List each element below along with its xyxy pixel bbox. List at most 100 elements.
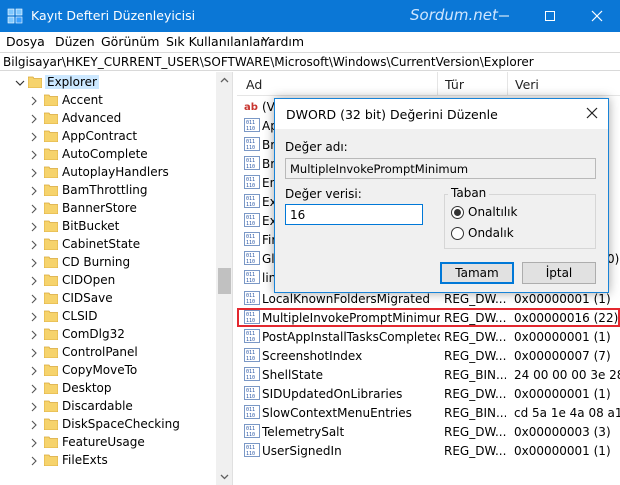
tree-item-label: CIDOpen xyxy=(62,273,116,287)
list-item[interactable]: 011 110 ScreenshotIndex REG_DW... 0x00000007… xyxy=(237,346,620,365)
menu-edit[interactable]: Düzen xyxy=(55,34,95,49)
chevron-right-icon[interactable] xyxy=(29,456,39,466)
tree-item[interactable]: Desktop xyxy=(0,380,216,398)
tree-item[interactable]: CLSID xyxy=(0,308,216,326)
dword-value-icon: 011110 xyxy=(244,424,260,438)
tree-item[interactable]: CabinetState xyxy=(0,236,216,254)
tree-item[interactable]: BitBucket xyxy=(0,218,216,236)
tree-item[interactable]: AppContract xyxy=(0,128,216,146)
column-data-header[interactable]: Veri xyxy=(515,77,539,92)
value-data-input[interactable] xyxy=(285,204,423,225)
chevron-right-icon[interactable] xyxy=(29,384,39,394)
tree-item[interactable]: DiskSpaceChecking xyxy=(0,416,216,434)
tree-pane[interactable]: Explorer Accent Advanced AppContract AutoCo… xyxy=(0,72,233,485)
close-button[interactable] xyxy=(574,0,620,32)
tree-item-label: CD Burning xyxy=(62,255,131,269)
chevron-right-icon[interactable] xyxy=(29,330,39,340)
close-icon[interactable] xyxy=(584,105,600,121)
tree-item[interactable]: AutoplayHandlers xyxy=(0,164,216,182)
tree-item[interactable]: CIDSave xyxy=(0,290,216,308)
cancel-button[interactable]: İptal xyxy=(522,262,596,284)
decimal-radio[interactable] xyxy=(451,227,464,240)
chevron-right-icon[interactable] xyxy=(29,96,39,106)
folder-icon xyxy=(44,418,58,430)
maximize-button[interactable] xyxy=(527,0,573,32)
chevron-right-icon[interactable] xyxy=(29,348,39,358)
chevron-right-icon[interactable] xyxy=(29,186,39,196)
minimize-button[interactable] xyxy=(481,0,527,32)
tree-item[interactable]: ComDlg32 xyxy=(0,326,216,344)
tree-item[interactable]: BannerStore xyxy=(0,200,216,218)
chevron-down-icon[interactable] xyxy=(15,78,25,88)
list-item[interactable]: 011 110 SlowContextMenuEntries REG_BIN... cd… xyxy=(237,403,620,422)
scroll-up-icon[interactable] xyxy=(220,76,229,85)
value-name: SIDUpdatedOnLibraries xyxy=(262,387,403,401)
chevron-right-icon[interactable] xyxy=(29,258,39,268)
menu-favorites[interactable]: Sık Kullanılanlar xyxy=(166,34,265,49)
address-path[interactable]: Bilgisayar\HKEY_CURRENT_USER\SOFTWARE\Mi… xyxy=(3,55,534,69)
chevron-right-icon[interactable] xyxy=(29,438,39,448)
tree-item[interactable]: ControlPanel xyxy=(0,344,216,362)
tree-item-label: ControlPanel xyxy=(62,345,138,359)
tree-item[interactable]: CIDOpen xyxy=(0,272,216,290)
column-name-header[interactable]: Ad xyxy=(246,77,262,92)
tree-item-label: Explorer xyxy=(45,75,99,89)
chevron-right-icon[interactable] xyxy=(29,420,39,430)
menu-view[interactable]: Görünüm xyxy=(101,34,159,49)
svg-text:110: 110 xyxy=(246,221,255,227)
column-separator[interactable] xyxy=(507,72,508,96)
value-name: ShellState xyxy=(262,368,324,382)
decimal-radio-label[interactable]: Ondalık xyxy=(468,226,514,240)
tree-item[interactable]: AutoComplete xyxy=(0,146,216,164)
scroll-thumb[interactable] xyxy=(218,268,231,294)
value-type: REG_DW... xyxy=(444,444,506,458)
scroll-down-icon[interactable] xyxy=(220,472,229,481)
maximize-icon xyxy=(545,11,555,21)
hex-radio[interactable] xyxy=(451,206,464,219)
chevron-right-icon[interactable] xyxy=(29,366,39,376)
chevron-right-icon[interactable] xyxy=(29,240,39,250)
tree-item[interactable]: Discardable xyxy=(0,398,216,416)
chevron-right-icon[interactable] xyxy=(29,204,39,214)
chevron-right-icon[interactable] xyxy=(29,312,39,322)
menu-help[interactable]: Yardım xyxy=(262,34,304,49)
value-data: 0x00000003 (3) xyxy=(514,425,611,439)
tree-item-explorer[interactable]: Explorer xyxy=(0,74,216,92)
list-item[interactable]: 011 110 TelemetrySalt REG_DW... 0x00000003 (… xyxy=(237,422,620,441)
folder-icon xyxy=(44,274,58,286)
tree-item-label: ComDlg32 xyxy=(62,327,125,341)
tree-item[interactable]: FileExts xyxy=(0,452,216,470)
column-separator[interactable] xyxy=(437,72,438,96)
list-item[interactable]: 011 110 SIDUpdatedOnLibraries REG_DW... 0x00… xyxy=(237,384,620,403)
dword-value-icon: 011110 xyxy=(244,348,260,362)
tree-item[interactable]: BamThrottling xyxy=(0,182,216,200)
tree-scrollbar[interactable] xyxy=(216,72,232,485)
tree-item[interactable]: CopyMoveTo xyxy=(0,362,216,380)
binary-value-icon: 011110 xyxy=(244,367,260,381)
tree-item-label: BitBucket xyxy=(62,219,120,233)
tree-item-label: Advanced xyxy=(62,111,122,125)
chevron-right-icon[interactable] xyxy=(29,150,39,160)
chevron-right-icon[interactable] xyxy=(29,114,39,124)
chevron-right-icon[interactable] xyxy=(29,222,39,232)
list-item[interactable]: 011 110 ShellState REG_BIN... 24 00 00 00 3e… xyxy=(237,365,620,384)
tree-item[interactable]: FeatureUsage xyxy=(0,434,216,452)
list-item[interactable]: 011 110 PostAppInstallTasksCompleted REG_DW… xyxy=(237,327,620,346)
list-item-highlighted[interactable]: 011 110 MultipleInvokePromptMinimum REG_DW.… xyxy=(237,308,620,327)
address-bar[interactable]: Bilgisayar\HKEY_CURRENT_USER\SOFTWARE\Mi… xyxy=(0,52,620,71)
ok-button[interactable]: Tamam xyxy=(440,262,514,284)
hex-radio-label[interactable]: Onaltılık xyxy=(468,205,517,219)
chevron-right-icon[interactable] xyxy=(29,132,39,142)
tree-item[interactable]: CD Burning xyxy=(0,254,216,272)
dword-value-icon: 011110 xyxy=(244,270,260,284)
list-item[interactable]: 011 110 UserSignedIn REG_DW... 0x00000001 (1… xyxy=(237,441,620,460)
tree-item[interactable]: Advanced xyxy=(0,110,216,128)
chevron-right-icon[interactable] xyxy=(29,294,39,304)
chevron-right-icon[interactable] xyxy=(29,402,39,412)
menu-file[interactable]: Dosya xyxy=(6,34,45,49)
chevron-right-icon[interactable] xyxy=(29,168,39,178)
tree-item[interactable]: Accent xyxy=(0,92,216,110)
dword-value-icon: 011110 xyxy=(244,118,260,132)
chevron-right-icon[interactable] xyxy=(29,276,39,286)
column-type-header[interactable]: Tür xyxy=(445,77,464,92)
